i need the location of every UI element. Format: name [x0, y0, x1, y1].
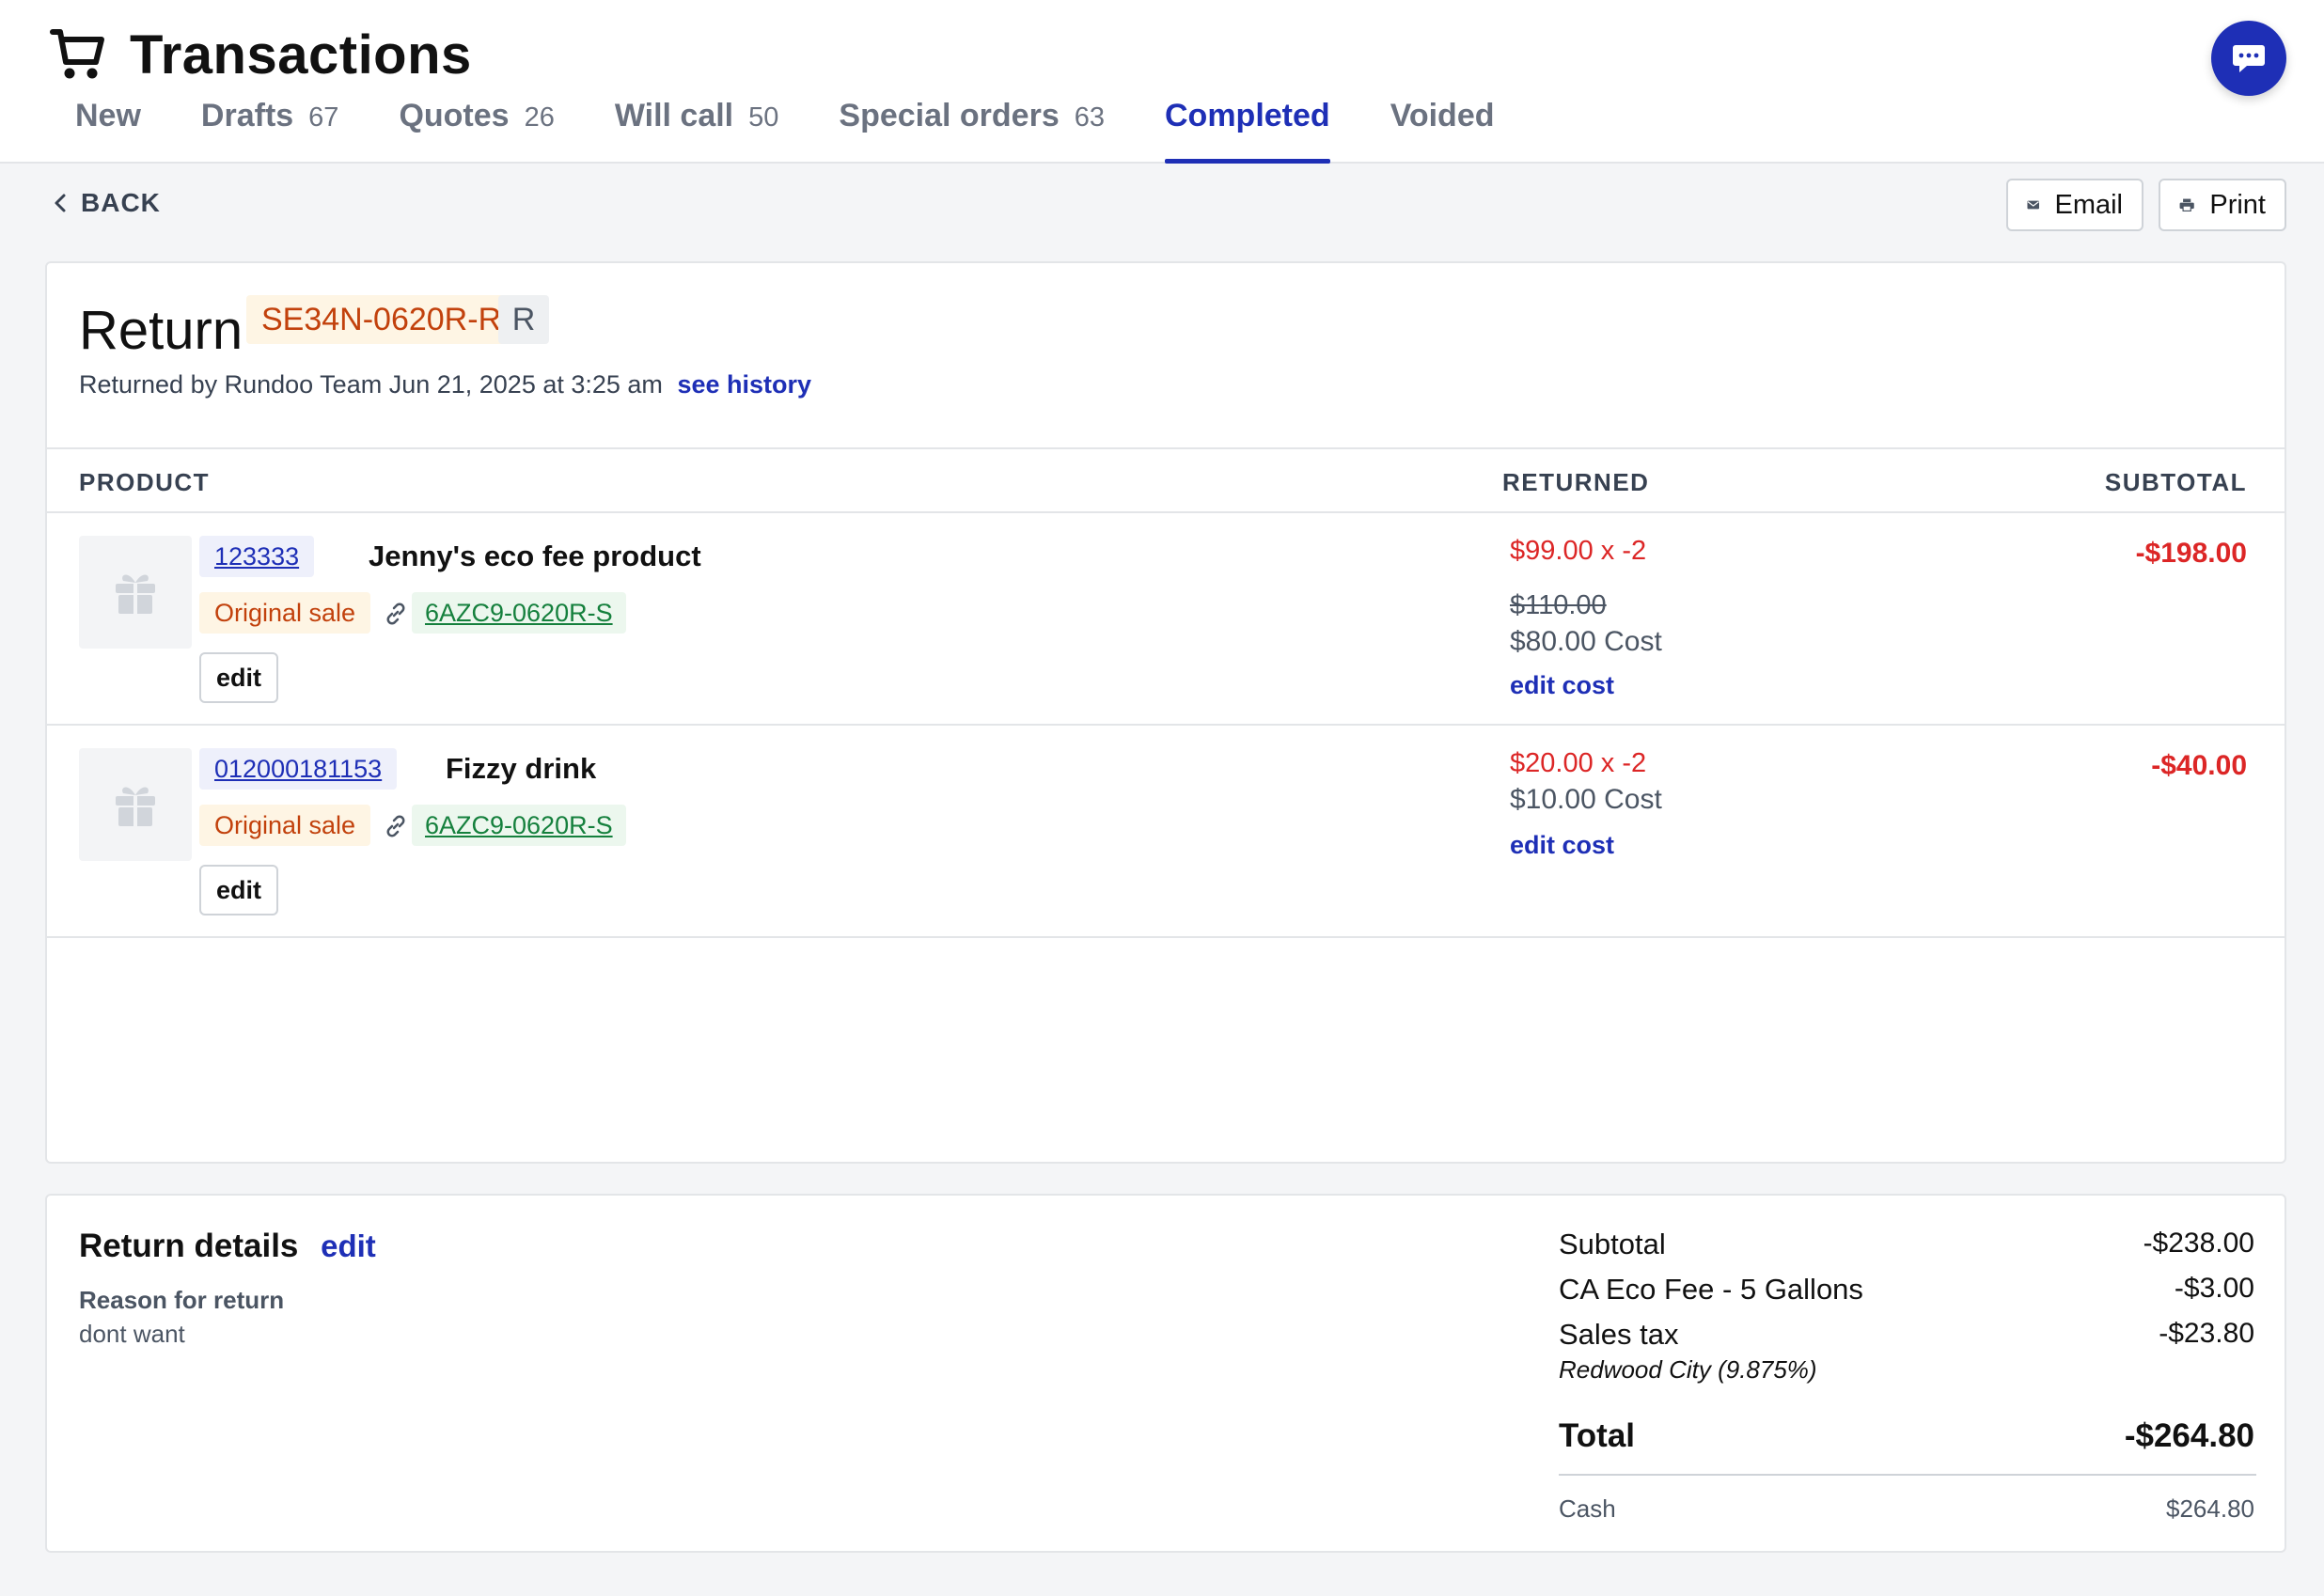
original-price: $110.00	[1510, 590, 1607, 620]
title-row: Transactions	[49, 21, 472, 88]
summary-eco-fee-value: -$3.00	[2174, 1273, 2254, 1304]
table-row: 123333 Jenny's eco fee product Original …	[47, 513, 2285, 726]
edit-return-details-link[interactable]: edit	[321, 1228, 376, 1263]
reason-label: Reason for return	[79, 1286, 285, 1314]
payment-method-label: Cash	[1559, 1494, 1616, 1523]
tab-label: Quotes	[399, 98, 510, 133]
back-label: BACK	[81, 188, 161, 217]
page-title: Transactions	[130, 23, 472, 86]
link-icon	[386, 815, 405, 837]
tab-quotes[interactable]: Quotes 26	[399, 98, 554, 164]
edit-item-button[interactable]: edit	[199, 652, 278, 703]
column-subtotal: SUBTOTAL	[2104, 468, 2247, 496]
transaction-type-badge: R	[498, 295, 549, 344]
print-label: Print	[2209, 189, 2266, 220]
edit-cost-link[interactable]: edit cost	[1510, 671, 1614, 700]
envelope-icon	[2027, 200, 2040, 210]
return-card: Return SE34N-0620R-R R Returned by Rundo…	[45, 261, 2286, 1164]
original-sale-badge: Original sale	[199, 592, 371, 634]
tab-drafts[interactable]: Drafts 67	[201, 98, 339, 164]
reason-value: dont want	[79, 1320, 185, 1348]
product-thumbnail	[79, 748, 192, 861]
tab-new[interactable]: New	[75, 98, 141, 164]
row-subtotal: -$198.00	[2135, 538, 2247, 569]
product-name: Jenny's eco fee product	[369, 540, 701, 572]
return-details-heading: Return details edit	[79, 1228, 376, 1265]
summary-tax-label: Sales tax	[1559, 1318, 1679, 1351]
tab-label: Completed	[1165, 98, 1330, 133]
tab-label: New	[75, 98, 141, 133]
tab-voided[interactable]: Voided	[1390, 98, 1495, 164]
tab-count: 26	[524, 102, 555, 133]
edit-item-button[interactable]: edit	[199, 865, 278, 915]
product-thumbnail	[79, 536, 192, 649]
payment-amount: $264.80	[2166, 1494, 2254, 1523]
transaction-type: Return	[79, 300, 243, 361]
item-cost: $10.00 Cost	[1510, 784, 1662, 815]
return-details-title: Return details	[79, 1228, 299, 1264]
original-sale-link[interactable]: 6AZC9-0620R-S	[412, 805, 626, 846]
tab-label: Drafts	[200, 98, 294, 133]
chevron-left-icon	[55, 194, 66, 212]
returned-by-label: Returned by Rundoo Team Jun 21, 2025 at …	[79, 370, 663, 399]
tab-count: 67	[308, 102, 339, 133]
product-sku-link[interactable]: 012000181153	[199, 748, 398, 790]
email-label: Email	[2054, 189, 2123, 220]
summary-subtotal-label: Subtotal	[1559, 1228, 1666, 1260]
back-link[interactable]: BACK	[53, 188, 161, 218]
chat-icon	[2233, 45, 2265, 72]
link-icon	[386, 602, 405, 625]
product-sku-link[interactable]: 123333	[199, 536, 315, 577]
product-name: Fizzy drink	[446, 752, 597, 785]
tab-count: 50	[748, 102, 779, 133]
returned-price-qty: $20.00 x -2	[1510, 748, 1647, 778]
edit-cost-link[interactable]: edit cost	[1510, 831, 1614, 860]
column-returned: RETURNED	[1502, 468, 1650, 496]
tab-will-call[interactable]: Will call 50	[615, 98, 779, 164]
summary-subtotal-value: -$238.00	[2143, 1228, 2254, 1259]
returned-by-text: Returned by Rundoo Team Jun 21, 2025 at …	[79, 370, 811, 399]
printer-icon	[2179, 198, 2194, 212]
divider	[1559, 1474, 2256, 1476]
column-product: PRODUCT	[79, 468, 211, 496]
table-row: 012000181153 Fizzy drink Original sale 6…	[47, 726, 2285, 938]
summary-tax-value: -$23.80	[2159, 1318, 2254, 1349]
see-history-link[interactable]: see history	[677, 370, 811, 399]
transaction-tabs: New Drafts 67 Quotes 26 Will call 50 Specia…	[75, 98, 1555, 164]
original-sale-badge: Original sale	[199, 805, 371, 846]
tax-jurisdiction-note: Redwood City (9.875%)	[1559, 1355, 1817, 1384]
total-value: -$264.80	[2124, 1417, 2254, 1454]
tab-label: Special orders	[839, 98, 1060, 133]
gift-icon	[116, 787, 155, 826]
tab-label: Voided	[1390, 98, 1495, 133]
item-cost: $80.00 Cost	[1510, 626, 1662, 657]
tab-special-orders[interactable]: Special orders 63	[839, 98, 1105, 164]
chat-button[interactable]	[2211, 21, 2286, 96]
table-header: PRODUCT RETURNED SUBTOTAL	[47, 447, 2285, 513]
returned-price-qty: $99.00 x -2	[1510, 536, 1647, 566]
email-button[interactable]: Email	[2006, 179, 2143, 231]
row-subtotal: -$40.00	[2151, 750, 2247, 781]
tab-completed[interactable]: Completed	[1165, 98, 1330, 164]
total-label: Total	[1559, 1417, 1636, 1454]
gift-icon	[116, 574, 155, 614]
return-details-card: Return details edit Reason for return do…	[45, 1194, 2286, 1553]
transaction-id-badge: SE34N-0620R-R	[246, 295, 517, 344]
original-sale-link[interactable]: 6AZC9-0620R-S	[412, 592, 626, 634]
tab-label: Will call	[614, 98, 734, 133]
shopping-cart-icon	[50, 29, 104, 79]
print-button[interactable]: Print	[2159, 179, 2286, 231]
tab-count: 63	[1074, 102, 1105, 133]
summary-eco-fee-label: CA Eco Fee - 5 Gallons	[1559, 1273, 1863, 1306]
page-header: Transactions New Drafts 67 Quotes 26 Will …	[0, 0, 2324, 164]
